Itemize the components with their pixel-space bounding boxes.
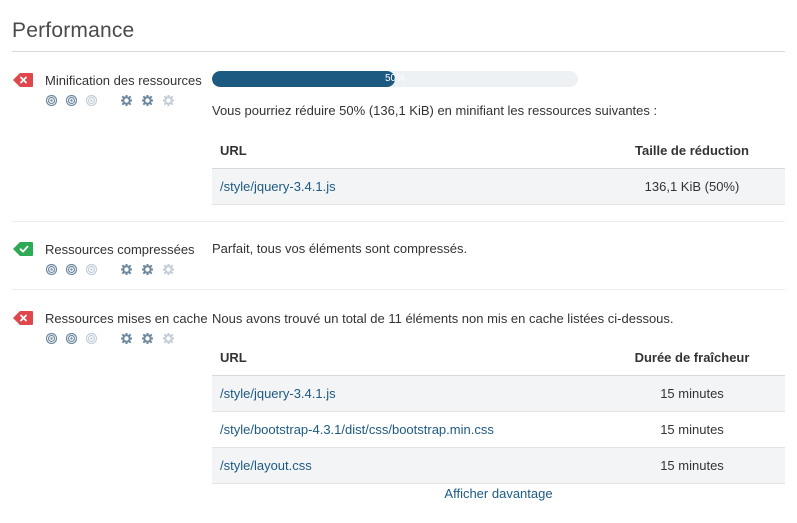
section-divider: [12, 289, 785, 290]
column-header-url: URL: [212, 132, 599, 169]
gear-icon: [142, 333, 153, 344]
table-cell-url: /style/layout.css: [212, 447, 599, 484]
table-row: /style/bootstrap-4.3.1/dist/css/bootstra…: [212, 411, 785, 448]
rule-name: Ressources compressées: [45, 242, 195, 257]
rule-description: Nous avons trouvé un total de 11 élément…: [212, 311, 674, 326]
rule-description: Vous pourriez réduire 50% (136,1 KiB) en…: [212, 103, 658, 118]
progress-bar: 50%: [212, 71, 578, 87]
table-cell-url: /style/jquery-3.4.1.js: [212, 168, 599, 205]
target-icon: [86, 95, 97, 106]
target-icon: [86, 333, 97, 344]
target-icon: [66, 95, 77, 106]
gear-icon: [163, 333, 174, 344]
table-header-row: URL Taille de réduction: [212, 132, 785, 169]
rule-name: Minification des ressources: [45, 73, 202, 88]
gear-icon: [142, 95, 153, 106]
table-cell-value: 15 minutes: [599, 375, 785, 412]
target-icon: [46, 264, 57, 275]
target-icon: [66, 264, 77, 275]
column-header-reduction: Taille de réduction: [599, 132, 785, 169]
gear-icon: [121, 95, 132, 106]
table-row: /style/jquery-3.4.1.js 136,1 KiB (50%): [212, 168, 785, 205]
resource-link[interactable]: /style/jquery-3.4.1.js: [220, 179, 336, 194]
page-title: Performance: [12, 19, 135, 42]
gear-icon: [142, 264, 153, 275]
gear-icon: [121, 333, 132, 344]
target-icon: [86, 264, 97, 275]
table-cell-url: /style/bootstrap-4.3.1/dist/css/bootstra…: [212, 411, 599, 448]
table-cell-value: 136,1 KiB (50%): [599, 168, 785, 205]
rule-description: Parfait, tous vos éléments sont compress…: [212, 241, 468, 256]
target-icon: [46, 95, 57, 106]
cache-table: URL Durée de fraîcheur /style/jquery-3.4…: [212, 339, 785, 484]
target-icon: [46, 333, 57, 344]
x-mark-icon: [13, 311, 33, 325]
target-icon: [66, 333, 77, 344]
check-mark-icon: [13, 242, 33, 256]
gear-icon: [163, 95, 174, 106]
resource-link[interactable]: /style/bootstrap-4.3.1/dist/css/bootstra…: [220, 422, 494, 437]
gear-icon: [163, 264, 174, 275]
section-divider: [12, 221, 785, 222]
title-divider: [12, 51, 785, 52]
resource-link[interactable]: /style/jquery-3.4.1.js: [220, 386, 336, 401]
table-cell-value: 15 minutes: [599, 447, 785, 484]
column-header-freshness: Durée de fraîcheur: [599, 339, 785, 376]
gear-icon: [121, 264, 132, 275]
show-more-link[interactable]: Afficher davantage: [212, 486, 785, 501]
table-header-row: URL Durée de fraîcheur: [212, 339, 785, 376]
table-row: /style/layout.css 15 minutes: [212, 447, 785, 484]
table-cell-url: /style/jquery-3.4.1.js: [212, 375, 599, 412]
resource-link[interactable]: /style/layout.css: [220, 458, 312, 473]
x-mark-icon: [13, 73, 33, 87]
progress-label: 50%: [384, 73, 405, 84]
rule-name: Ressources mises en cache: [45, 311, 208, 326]
table-row: /style/jquery-3.4.1.js 15 minutes: [212, 375, 785, 412]
column-header-url: URL: [212, 339, 599, 376]
table-cell-value: 15 minutes: [599, 411, 785, 448]
reduction-table: URL Taille de réduction /style/jquery-3.…: [212, 132, 785, 205]
